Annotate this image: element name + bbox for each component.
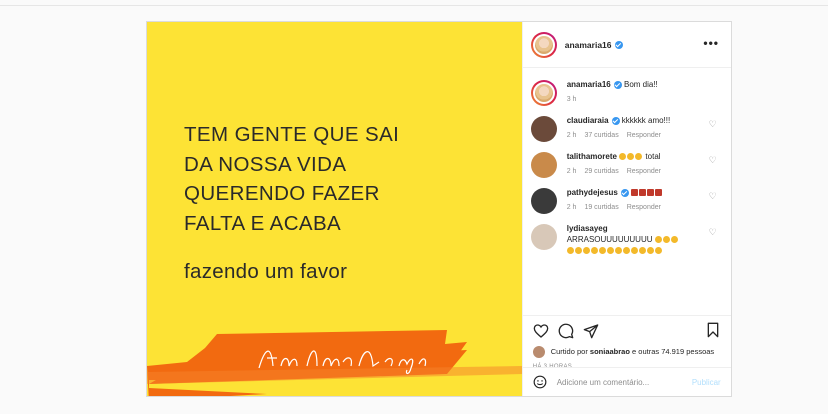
verified-icon: [614, 40, 623, 49]
commenter-avatar[interactable]: [530, 152, 557, 178]
caption-text: Bom dia!!: [623, 80, 658, 89]
comment-input[interactable]: Adicione um comentário...: [557, 378, 692, 387]
comment-time: 2 h: [566, 168, 577, 175]
heels-emoji-icon: [631, 188, 663, 197]
comments-list[interactable]: anamaria16 Bom dia!! 3 h claudiaraia kkk…: [523, 69, 731, 315]
comment-like-heart-icon[interactable]: ♡: [709, 191, 717, 202]
quote-subtext: fazendo um favor: [184, 260, 348, 283]
quote-line-1: TEM GENTE QUE SAI: [184, 123, 400, 146]
comment-text: total: [645, 152, 661, 161]
comment-like-heart-icon[interactable]: ♡: [709, 155, 717, 166]
publish-button[interactable]: Publicar: [692, 378, 721, 387]
post-header: anamaria16 •••: [522, 22, 731, 68]
caption-time: 3 h: [566, 96, 577, 103]
comment-bubble-icon[interactable]: [558, 323, 574, 339]
caption-username[interactable]: anamaria16: [567, 80, 611, 89]
add-comment-bar: Adicione um comentário... Publicar: [522, 367, 731, 396]
commenter-avatar[interactable]: [530, 224, 557, 250]
comment-item: lydiasayeg ARRASOUUUUUUUUU ♡: [530, 223, 723, 256]
bookmark-save-icon[interactable]: [705, 322, 721, 338]
signature-brush-stroke: [147, 330, 522, 396]
caption: anamaria16 Bom dia!! 3 h: [530, 79, 723, 106]
comment-text: kkkkkk amo!!!: [621, 116, 671, 125]
post-image[interactable]: TEM GENTE QUE SAI DA NOSSA VIDA QUERENDO…: [147, 22, 522, 396]
verified-icon: [613, 80, 622, 89]
share-send-icon[interactable]: [583, 323, 599, 339]
comment-username[interactable]: talithamorete: [567, 152, 617, 161]
liked-by-user[interactable]: soniaabrao: [590, 347, 630, 356]
comment-likes[interactable]: 37 curtidas: [584, 130, 618, 141]
caption-avatar[interactable]: [530, 80, 557, 106]
comment-likes[interactable]: 29 curtidas: [584, 166, 618, 177]
liked-by: Curtido por soniaabrao e outras 74.919 p…: [523, 346, 731, 358]
window-top-bar: [0, 0, 828, 6]
quote-line-3: QUERENDO FAZER: [184, 182, 380, 205]
comment-time: 2 h: [566, 132, 577, 139]
reply-link[interactable]: Responder: [627, 166, 661, 177]
author-username[interactable]: anamaria16: [565, 40, 612, 50]
reply-link[interactable]: Responder: [627, 202, 661, 213]
commenter-avatar[interactable]: [530, 116, 557, 142]
quote-line-2: DA NOSSA VIDA: [184, 152, 347, 176]
post-dialog: TEM GENTE QUE SAI DA NOSSA VIDA QUERENDO…: [146, 21, 732, 397]
author-avatar[interactable]: [530, 31, 557, 58]
comment-like-heart-icon[interactable]: ♡: [709, 227, 717, 238]
comment-like-heart-icon[interactable]: ♡: [709, 119, 717, 130]
reply-link[interactable]: Responder: [627, 130, 661, 141]
quote-line-4: FALTA E ACABA: [184, 211, 342, 235]
comment-item: pathydejesus 2 h 19 curtidas Responder ♡: [530, 187, 723, 214]
comment-username[interactable]: pathydejesus: [567, 188, 618, 197]
liked-by-rest[interactable]: e outras 74.919 pessoas: [632, 347, 714, 356]
verified-icon: [611, 116, 620, 125]
comment-likes[interactable]: 19 curtidas: [584, 202, 618, 213]
comment-text: ARRASOUUUUUUUUU: [566, 235, 653, 244]
more-options-icon[interactable]: •••: [703, 36, 719, 50]
comment-username[interactable]: claudiaraia: [567, 116, 609, 125]
verified-icon: [620, 188, 629, 197]
like-heart-icon[interactable]: [533, 323, 549, 339]
comment-username[interactable]: lydiasayeg: [567, 224, 608, 233]
liker-avatar[interactable]: [532, 346, 545, 358]
liked-by-prefix: Curtido por: [550, 347, 588, 356]
comment-item: talithamorete total 2 h 29 curtidas Resp…: [530, 151, 723, 178]
laughing-emoji-icon: [619, 152, 643, 161]
emoji-smiley-icon[interactable]: [533, 375, 547, 389]
comment-time: 2 h: [566, 204, 577, 211]
post-sidebar: anamaria16 ••• anamaria16 Bom dia!! 3 h …: [521, 22, 731, 396]
commenter-avatar[interactable]: [530, 188, 557, 214]
quote-text: TEM GENTE QUE SAI DA NOSSA VIDA QUERENDO…: [184, 120, 399, 238]
comment-item: claudiaraia kkkkkk amo!!! 2 h 37 curtida…: [530, 115, 723, 142]
